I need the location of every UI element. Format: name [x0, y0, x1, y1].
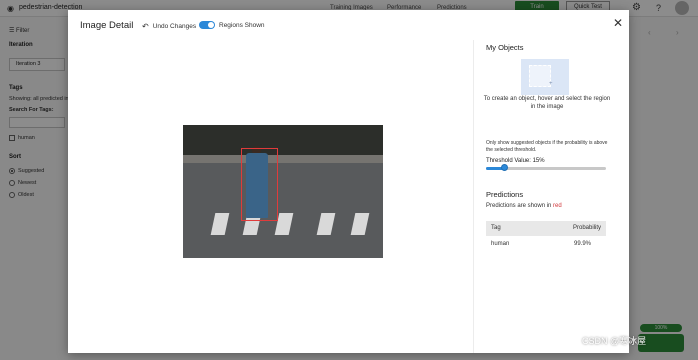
predictions-note-prefix: Predictions are shown in — [486, 203, 552, 209]
column-header-probability: Probability — [573, 225, 602, 231]
prediction-bounding-box[interactable] — [241, 148, 278, 221]
prediction-probability: 99.9% — [574, 241, 592, 247]
image-trees — [183, 125, 383, 155]
threshold-label: Threshold Value: 15% — [486, 158, 545, 164]
undo-label: Undo Changes — [152, 23, 197, 30]
regions-toggle[interactable] — [199, 21, 215, 29]
regions-toggle-label: Regions Shown — [219, 21, 265, 29]
predictions-note: Predictions are shown in red — [486, 203, 562, 209]
threshold-note: Only show suggested objects if the proba… — [486, 140, 608, 153]
image-sidewalk — [183, 155, 383, 163]
image-detail-modal: Image Detail ↶ Undo Changes Regions Show… — [68, 10, 629, 353]
selection-region-icon — [529, 65, 551, 87]
undo-icon: ↶ — [142, 22, 149, 31]
detail-image[interactable] — [183, 125, 383, 258]
my-objects-hint: To create an object, hover and select th… — [483, 96, 611, 110]
column-header-tag: Tag — [491, 225, 501, 231]
predictions-heading: Predictions — [486, 190, 524, 199]
prediction-tag: human — [491, 241, 510, 247]
close-icon[interactable]: ✕ — [613, 16, 623, 30]
predictions-note-color: red — [553, 203, 562, 209]
undo-changes-button[interactable]: ↶ Undo Changes — [142, 22, 196, 31]
threshold-slider-thumb[interactable] — [501, 164, 508, 171]
watermark-text: CSDN @寒冰屋 — [582, 336, 647, 346]
plus-icon: + — [549, 81, 553, 87]
regions-toggle-group[interactable]: Regions Shown — [199, 21, 265, 29]
predictions-table-header: Tag Probability — [486, 221, 606, 236]
my-objects-heading: My Objects — [486, 43, 524, 52]
modal-title: Image Detail — [80, 20, 134, 31]
image-road — [183, 163, 383, 258]
right-panel-divider — [473, 40, 474, 353]
object-placeholder-icon: + — [521, 59, 569, 95]
